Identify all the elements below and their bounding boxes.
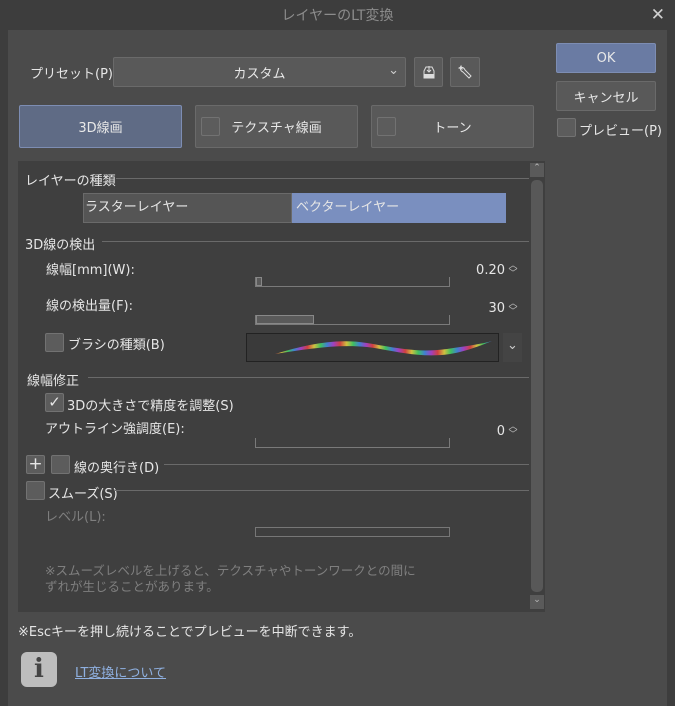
preset-label: プリセット(P): [30, 67, 118, 82]
save-preset-button[interactable] [414, 57, 443, 87]
raster-layer-option[interactable]: ラスターレイヤー [83, 193, 292, 223]
correction-heading: 線幅修正 [27, 374, 80, 389]
about-lt-link[interactable]: LT変換について [75, 662, 166, 681]
settings-panel [18, 161, 545, 612]
divider [164, 464, 529, 465]
scroll-down-icon[interactable]: ⌄ [530, 595, 544, 609]
expand-plus-icon[interactable]: + [26, 455, 45, 474]
detect-amount-slider[interactable] [255, 315, 450, 325]
cancel-button[interactable]: キャンセル [556, 81, 656, 111]
tab-3d-lineart[interactable]: 3D線画 [19, 105, 182, 148]
preview-label: プレビュー(P) [579, 124, 662, 139]
divider [116, 178, 529, 179]
window-title: レイヤーのLT変換 [281, 8, 394, 24]
line-width-slider[interactable] [255, 277, 450, 287]
smooth-checkbox[interactable] [26, 481, 45, 500]
brush-preview[interactable] [246, 333, 499, 362]
info-icon: i [21, 652, 57, 687]
spinner-icon[interactable]: ︿ ﹀ [508, 262, 518, 279]
outline-label: アウトライン強調度(E): [45, 422, 185, 437]
detect-amount-label: 線の検出量(F): [46, 299, 134, 314]
brush-dropdown-chevron-icon[interactable]: ⌄ [503, 333, 522, 362]
save-preset-icon [423, 66, 434, 79]
smooth-label: スムーズ(S) [48, 487, 118, 502]
esc-note: ※Escキーを押し続けることでプレビューを中断できます。 [18, 625, 362, 640]
scrollbar[interactable]: ⌃ ⌄ [530, 163, 544, 610]
divider [102, 241, 529, 242]
tab-texture-lineart[interactable]: テクスチャ線画 [195, 105, 358, 148]
divider [88, 377, 529, 378]
brush-type-checkbox[interactable] [45, 333, 64, 352]
adjust-precision-label: 3Dの大きさで精度を調整(S) [67, 399, 234, 414]
brush-type-label: ブラシの種類(B) [68, 338, 165, 353]
chevron-down-icon: ⌄ [388, 63, 399, 78]
layer-type-heading: レイヤーの種類 [25, 174, 116, 189]
outline-slider[interactable] [255, 438, 450, 448]
brush-stroke-image [275, 341, 492, 356]
smooth-note-line2: ずれが生じることがあります。 [45, 579, 219, 594]
depth-checkbox[interactable] [51, 455, 70, 474]
detect-amount-value[interactable]: 30 [465, 301, 505, 316]
adjust-precision-checkbox[interactable]: ✓ [45, 393, 64, 412]
tone-checkbox[interactable] [377, 117, 396, 136]
vector-layer-option[interactable]: ベクターレイヤー [292, 193, 506, 223]
spinner-icon[interactable]: ︿ ﹀ [508, 300, 518, 317]
tab-label: トーン [433, 121, 472, 136]
texture-checkbox[interactable] [201, 117, 220, 136]
line-width-value[interactable]: 0.20 [465, 263, 505, 278]
scroll-thumb[interactable] [531, 180, 543, 592]
tab-label: テクスチャ線画 [231, 121, 322, 136]
wrench-icon [457, 64, 472, 79]
tab-tone[interactable]: トーン [371, 105, 534, 148]
preset-value: カスタム [233, 66, 286, 82]
preset-dropdown[interactable]: カスタム ⌄ [113, 57, 406, 87]
scroll-up-icon[interactable]: ⌃ [530, 163, 544, 177]
outline-value[interactable]: 0 [465, 424, 505, 439]
line-width-label: 線幅[mm](W): [46, 263, 135, 278]
preview-checkbox[interactable] [557, 118, 576, 137]
depth-label: 線の奥行き(D) [74, 461, 160, 476]
level-slider[interactable] [255, 527, 450, 537]
close-icon[interactable]: ✕ [651, 5, 665, 25]
detect-heading: 3D線の検出 [25, 238, 96, 253]
spinner-icon[interactable]: ︿ ﹀ [508, 423, 518, 440]
divider [115, 490, 529, 491]
settings-button[interactable] [450, 57, 480, 87]
ok-button[interactable]: OK [556, 43, 656, 73]
level-label: レベル(L): [45, 510, 106, 525]
